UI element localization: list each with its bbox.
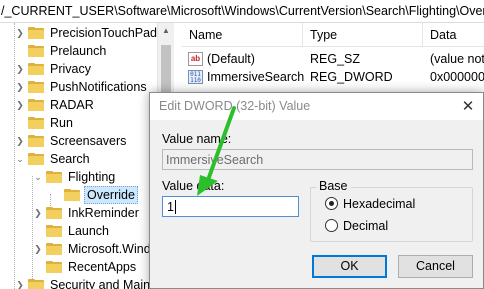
tree-item-privacy[interactable]: ❯ Privacy xyxy=(14,60,93,78)
folder-icon xyxy=(46,243,62,255)
chevron-right-icon[interactable]: ❯ xyxy=(14,276,26,289)
tree-item-radar[interactable]: ❯ RADAR xyxy=(14,96,96,114)
chevron-down-icon[interactable]: ⌄ xyxy=(14,150,26,168)
scroll-up-arrow-icon[interactable]: ▲ xyxy=(158,23,174,39)
decimal-radio[interactable] xyxy=(325,219,338,232)
folder-open-icon xyxy=(28,153,44,165)
base-groupbox xyxy=(310,187,473,242)
value-data: (value not xyxy=(430,52,484,66)
tree-item-precisiontouchpad[interactable]: ❯ PrecisionTouchPad xyxy=(14,24,157,42)
tree-item-inkreminder[interactable]: ❯ InkReminder xyxy=(32,204,141,222)
chevron-down-icon[interactable]: ⌄ xyxy=(32,168,44,186)
chevron-right-icon[interactable]: ❯ xyxy=(14,60,26,78)
tree-item-run[interactable]: Run xyxy=(14,114,75,132)
value-data-label: Value data: xyxy=(162,179,225,193)
tree-item-override[interactable]: Override xyxy=(50,186,138,204)
folder-icon xyxy=(46,207,62,219)
value-type: REG_SZ xyxy=(310,52,361,66)
folder-icon xyxy=(28,279,44,289)
address-bar[interactable]: /_CURRENT_USER\Software\Microsoft\Window… xyxy=(0,0,484,23)
column-header-type[interactable]: Type xyxy=(303,23,423,47)
text-caret xyxy=(175,200,176,214)
column-header-data[interactable]: Data xyxy=(423,23,484,47)
tree-item-pushnotifications[interactable]: ❯ PushNotifications xyxy=(14,78,149,96)
folder-icon xyxy=(28,45,44,57)
hexadecimal-radio[interactable] xyxy=(325,197,338,210)
list-row-default[interactable]: ab (Default) REG_SZ (value not xyxy=(182,50,484,68)
dialog-title-bar[interactable]: Edit DWORD (32-bit) Value ✕ xyxy=(150,93,483,120)
tree-item-launch[interactable]: Launch xyxy=(32,222,111,240)
folder-icon xyxy=(46,225,62,237)
list-row-immersivesearch[interactable]: 011 110 ImmersiveSearch REG_DWORD 0x00000… xyxy=(182,68,484,86)
tree-item-screensavers[interactable]: ❯ Screensavers xyxy=(14,132,128,150)
folder-icon xyxy=(46,261,62,273)
value-name-field: ImmersiveSearch xyxy=(162,149,473,170)
string-value-icon: ab xyxy=(188,52,203,66)
folder-icon xyxy=(28,135,44,147)
registry-tree[interactable]: ❯ PrecisionTouchPad Prelaunch ❯ Privacy … xyxy=(0,23,157,289)
folder-icon xyxy=(28,99,44,111)
value-name-label: Value name: xyxy=(162,132,232,146)
folder-icon xyxy=(28,27,44,39)
folder-icon xyxy=(28,63,44,75)
base-group-title: Base xyxy=(316,179,351,193)
dword-value-icon: 011 110 xyxy=(188,70,203,84)
list-header: Name Type Data xyxy=(182,23,484,47)
folder-icon xyxy=(28,117,44,129)
close-icon[interactable]: ✕ xyxy=(453,93,483,120)
cancel-button[interactable]: Cancel xyxy=(398,255,473,278)
chevron-right-icon[interactable]: ❯ xyxy=(14,96,26,114)
tree-item-search[interactable]: ⌄ Search xyxy=(14,150,92,168)
value-data: 0x0000000 xyxy=(430,70,484,84)
folder-open-icon xyxy=(46,171,62,183)
dialog-title: Edit DWORD (32-bit) Value xyxy=(159,99,311,113)
chevron-right-icon[interactable]: ❯ xyxy=(14,78,26,96)
chevron-right-icon[interactable]: ❯ xyxy=(32,240,44,258)
tree-item-recentapps[interactable]: RecentApps xyxy=(32,258,138,276)
edit-dword-dialog: Edit DWORD (32-bit) Value ✕ Value name: … xyxy=(149,92,484,289)
tree-item-security-and-maintenance[interactable]: ❯ Security and Mainte xyxy=(14,276,157,289)
chevron-right-icon[interactable]: ❯ xyxy=(14,132,26,150)
hexadecimal-radio-label[interactable]: Hexadecimal xyxy=(343,197,415,211)
chevron-right-icon[interactable]: ❯ xyxy=(14,24,26,42)
value-type: REG_DWORD xyxy=(310,70,393,84)
folder-icon xyxy=(64,189,80,201)
address-path: /_CURRENT_USER\Software\Microsoft\Window… xyxy=(1,4,484,18)
value-name: (Default) xyxy=(207,52,255,66)
tree-item-prelaunch[interactable]: Prelaunch xyxy=(14,42,108,60)
decimal-radio-label[interactable]: Decimal xyxy=(343,219,388,233)
value-data-input[interactable]: 1 xyxy=(162,196,299,217)
folder-icon xyxy=(28,81,44,93)
ok-button[interactable]: OK xyxy=(312,255,387,278)
tree-item-flighting[interactable]: ⌄ Flighting xyxy=(32,168,117,186)
column-header-name[interactable]: Name xyxy=(182,23,303,47)
tree-item-microsoft-windo[interactable]: ❯ Microsoft.Windo xyxy=(32,240,157,258)
value-name: ImmersiveSearch xyxy=(207,70,305,84)
chevron-right-icon[interactable]: ❯ xyxy=(32,204,44,222)
